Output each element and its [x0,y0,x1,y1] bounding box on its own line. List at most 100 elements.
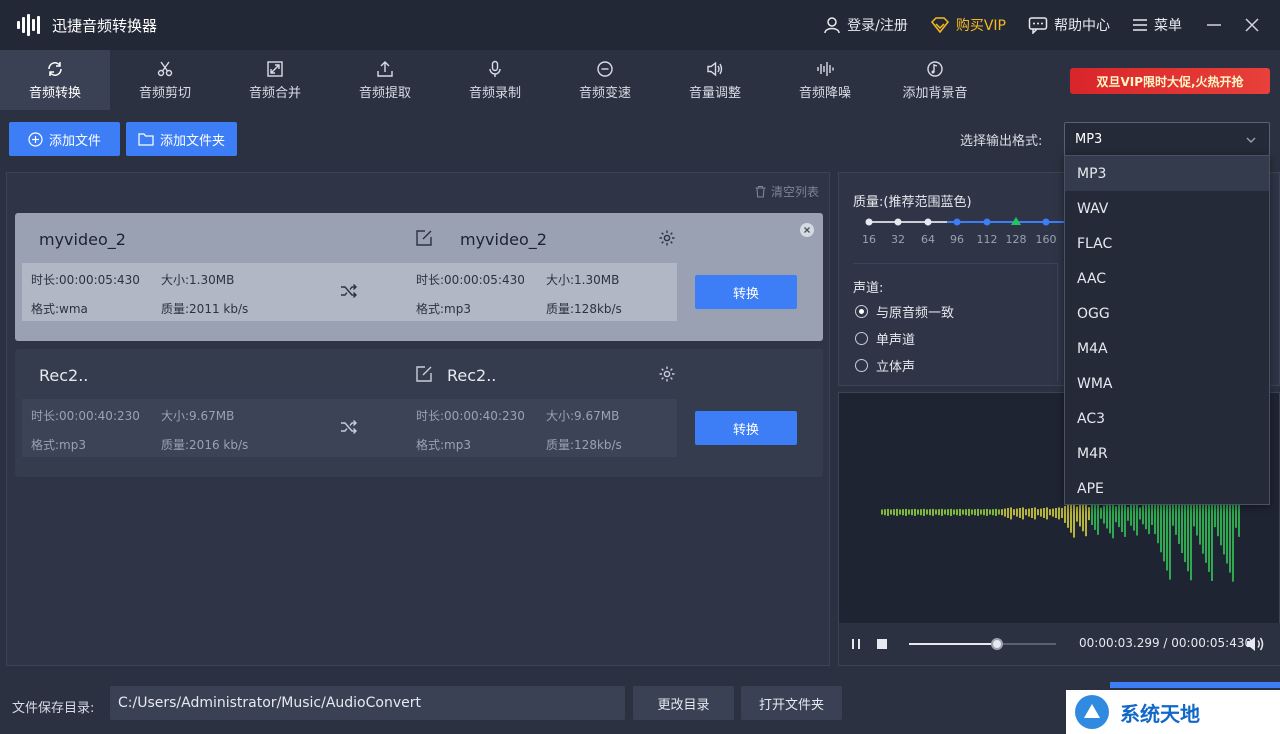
format-option-ac3[interactable]: AC3 [1065,401,1269,436]
user-icon [824,17,840,34]
speaker-icon[interactable] [1245,635,1265,653]
stop-icon[interactable] [875,637,889,651]
settings-gear-icon[interactable] [658,365,676,383]
format-option-aac[interactable]: AAC [1065,261,1269,296]
quality-tick[interactable] [894,218,902,226]
waveform-bar [968,508,970,516]
waveform-bar [905,508,907,516]
login-button[interactable]: 登录/注册 [823,15,908,35]
quality-tick[interactable] [1042,218,1050,226]
tab-audio-speed[interactable]: 音频变速 [550,50,660,110]
waveform-bar [944,509,946,515]
waveform-bar [995,508,997,516]
waveform-bar [923,508,925,516]
waveform-bar [1067,503,1069,528]
clear-list-button[interactable]: 清空列表 [754,183,819,200]
save-path-field[interactable]: C:/Users/Administrator/Music/AudioConver… [110,686,625,720]
waveform-bar [899,509,901,515]
progress-track[interactable] [909,638,1056,650]
audio-player: 00:00:03.299 / 00:00:05:430 [839,623,1280,665]
tab-volume-adjust[interactable]: 音量调整 [660,50,770,110]
radio-channel-mono[interactable]: 单声道 [855,329,915,348]
tab-label: 音频转换 [28,85,81,101]
output-format: 格式:mp3 [416,438,471,452]
quality-tick[interactable] [924,218,932,226]
quality-tick[interactable] [865,218,873,226]
progress-thumb[interactable] [991,638,1004,650]
menu-button[interactable]: 菜单 [1132,15,1182,35]
radio-channel-original[interactable]: 与原音频一致 [855,302,954,321]
upload-icon [377,60,393,77]
format-option-wma[interactable]: WMA [1065,366,1269,401]
tab-audio-cut[interactable]: 音频剪切 [110,50,220,110]
waveform-bar [1010,507,1012,520]
tab-audio-record[interactable]: 音频录制 [440,50,550,110]
quality-label: 质量:(推荐范围蓝色) [853,195,972,210]
file-card[interactable]: Rec2.. Rec2.. 时长:00:00:40:230 大小:9.67MB … [15,349,823,477]
waveform-bar [1109,501,1111,534]
waveform-bar [896,508,898,516]
add-file-button[interactable]: 添加文件 [9,122,120,156]
help-center-button[interactable]: 帮助中心 [1028,15,1110,35]
watermark: 系统天地 [1066,690,1280,734]
source-format: 格式:wma [31,302,88,316]
output-format-select[interactable]: MP3 [1064,122,1270,156]
file-info-box: 时长:00:00:05:430 大小:1.30MB 格式:wma 质量:2011… [22,263,677,321]
tab-audio-merge[interactable]: 音频合并 [220,50,330,110]
open-folder-button[interactable]: 打开文件夹 [741,686,842,720]
tab-label: 音量调整 [688,85,741,101]
radio-channel-stereo[interactable]: 立体声 [855,356,915,375]
close-window-button[interactable] [1242,15,1262,35]
waveform-bar [1028,508,1030,517]
tab-audio-convert[interactable]: 音频转换 [0,50,110,110]
waveform-bar [1118,504,1120,528]
quality-tick-label: 128 [1005,233,1027,246]
waveform-bar [1022,507,1024,520]
waveform-bar [1103,505,1105,524]
format-option-m4a[interactable]: M4A [1065,331,1269,366]
waveform-bar [962,509,964,515]
remove-item-icon[interactable] [799,222,815,238]
waveform-bar [1139,507,1141,520]
pause-icon[interactable] [849,637,863,651]
tab-audio-extract[interactable]: 音频提取 [330,50,440,110]
tab-add-background-music[interactable]: 添加背景音 [880,50,990,110]
quality-slider[interactable] [857,213,1067,231]
waveform-bar [890,509,892,515]
quality-tick[interactable] [953,218,961,226]
buy-vip-button[interactable]: 购买VIP [930,15,1006,35]
promo-banner[interactable]: 双旦VIP限时大促,火热开抢 [1070,68,1270,94]
add-folder-button[interactable]: 添加文件夹 [126,122,237,156]
tab-label: 音频变速 [578,85,631,101]
file-card[interactable]: myvideo_2 myvideo_2 时长:00:00:05:430 大小:1… [15,213,823,341]
format-option-ogg[interactable]: OGG [1065,296,1269,331]
change-dir-button[interactable]: 更改目录 [633,686,734,720]
edit-icon[interactable] [415,229,433,247]
option-label: MP3 [1077,165,1107,182]
output-size: 大小:1.30MB [546,273,620,287]
waveform-bar [887,508,889,516]
waveform-bar [986,508,988,516]
output-file-name: Rec2.. [447,366,497,385]
waveform-bar [1025,509,1027,516]
waveform-bar [1082,502,1084,532]
convert-all-button[interactable] [1110,682,1280,688]
settings-gear-icon[interactable] [658,229,676,247]
waveform-bar [1145,503,1147,530]
convert-button[interactable]: 转换 [695,411,797,445]
format-option-wav[interactable]: WAV [1065,191,1269,226]
edit-icon[interactable] [415,365,433,383]
output-format: 格式:mp3 [416,302,471,316]
format-option-ape[interactable]: APE [1065,471,1269,506]
output-format-label: 选择输出格式: [960,134,1043,149]
tab-noise-reduction[interactable]: 音频降噪 [770,50,880,110]
option-label: WAV [1077,200,1109,217]
chevron-down-icon [1246,137,1256,143]
convert-button[interactable]: 转换 [695,275,797,309]
format-option-mp3[interactable]: MP3 [1065,156,1269,191]
format-option-flac[interactable]: FLAC [1065,226,1269,261]
minimize-button[interactable] [1204,15,1224,35]
format-option-m4r[interactable]: M4R [1065,436,1269,471]
divider [1057,263,1058,381]
quality-tick[interactable] [983,218,991,226]
